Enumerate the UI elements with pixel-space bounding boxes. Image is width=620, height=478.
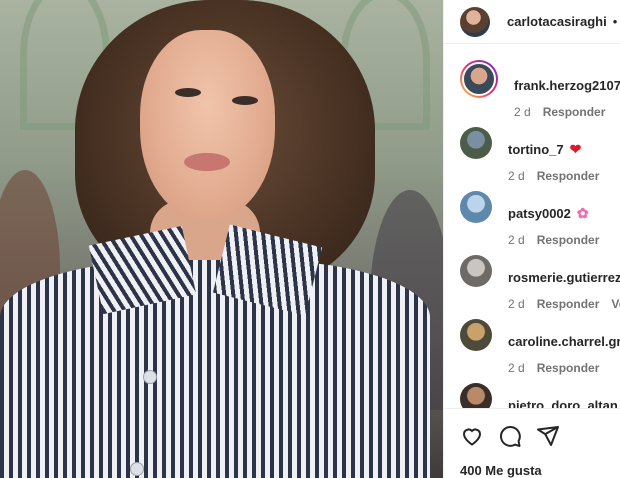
comment-item: rosmerie.gutierrez 2 d Responder Ver (444, 251, 620, 315)
shirt-button (130, 462, 144, 476)
commenter-avatar[interactable] (460, 127, 492, 159)
comment-time[interactable]: 2 d (508, 361, 525, 375)
comment-user-line: frank.herzog2107 (514, 76, 620, 94)
commenter-username[interactable]: patsy0002 (508, 206, 571, 221)
reply-button[interactable]: Responder (537, 233, 600, 247)
reply-button[interactable]: Responder (537, 169, 600, 183)
reply-button[interactable]: Responder (543, 105, 606, 119)
comment-item: pietro_doro_altan (444, 379, 620, 409)
subject-eye (232, 96, 258, 105)
commenter-username[interactable]: tortino_7 (508, 142, 564, 157)
reply-button[interactable]: Responder (537, 361, 600, 375)
comment-meta: 2 d Responder Ver (508, 297, 620, 311)
commenter-username[interactable]: rosmerie.gutierrez (508, 270, 620, 285)
shirt-button (143, 370, 157, 384)
commenter-username[interactable]: caroline.charrel.gro (508, 334, 620, 349)
comment-user-line: rosmerie.gutierrez (508, 268, 620, 286)
commenter-avatar[interactable] (460, 255, 492, 287)
post-header: carlotacasiraghi • (444, 0, 620, 44)
comment-user-line: patsy0002 ✿ (508, 204, 599, 222)
author-username[interactable]: carlotacasiraghi (507, 14, 607, 29)
comment-body: patsy0002 ✿ 2 d Responder (508, 187, 599, 251)
comment-item: patsy0002 ✿ 2 d Responder (444, 187, 620, 251)
comments-panel: carlotacasiraghi • frank.herzog2107 2 d Re… (443, 0, 620, 478)
commenter-avatar[interactable] (460, 191, 492, 223)
post-actions (444, 408, 620, 448)
comment-time[interactable]: 2 d (508, 297, 525, 311)
comment-body: frank.herzog2107 2 d Responder (514, 59, 620, 123)
comment-meta: 2 d Responder (508, 361, 620, 375)
likes-count[interactable]: 400 Me gusta (460, 463, 542, 478)
comment-meta: 2 d Responder (514, 105, 620, 119)
comment-item: caroline.charrel.gro 2 d Responder (444, 315, 620, 379)
commenter-avatar[interactable] (462, 62, 496, 96)
see-translation-button[interactable]: Ver (611, 297, 620, 311)
heart-outline-icon[interactable] (460, 424, 484, 448)
author-avatar[interactable] (460, 6, 490, 37)
flower-emoji-icon: ✿ (576, 204, 589, 221)
subject-lips (184, 153, 230, 171)
commenter-avatar[interactable] (460, 319, 492, 351)
comment-user-line: caroline.charrel.gro (508, 332, 620, 350)
comment-meta: 2 d Responder (508, 169, 599, 183)
comment-icon[interactable] (498, 424, 522, 448)
reply-button[interactable]: Responder (537, 297, 600, 311)
comment-time[interactable]: 2 d (508, 233, 525, 247)
comment-item: tortino_7 ❤ 2 d Responder (444, 123, 620, 187)
heart-emoji-icon: ❤ (569, 140, 582, 157)
comment-item: frank.herzog2107 2 d Responder (444, 59, 620, 123)
comment-meta: 2 d Responder (508, 233, 599, 247)
comment-body: caroline.charrel.gro 2 d Responder (508, 315, 620, 379)
header-separator: • (612, 14, 618, 29)
comment-time[interactable]: 2 d (508, 169, 525, 183)
comment-time[interactable]: 2 d (514, 105, 531, 119)
comment-body: pietro_doro_altan (508, 379, 618, 410)
paper-plane-icon[interactable] (536, 424, 560, 448)
subject-eye (175, 88, 201, 97)
comment-body: rosmerie.gutierrez 2 d Responder Ver (508, 251, 620, 315)
story-ring[interactable] (460, 60, 498, 98)
subject-face (140, 30, 275, 220)
commenter-username[interactable]: frank.herzog2107 (514, 78, 620, 93)
post-photo[interactable] (0, 0, 443, 478)
comments-list[interactable]: frank.herzog2107 2 d Responder tortino_7 ❤ 2 … (444, 59, 620, 409)
commenter-avatar[interactable] (460, 383, 492, 409)
comment-body: tortino_7 ❤ 2 d Responder (508, 123, 599, 187)
comment-user-line: tortino_7 ❤ (508, 140, 599, 158)
